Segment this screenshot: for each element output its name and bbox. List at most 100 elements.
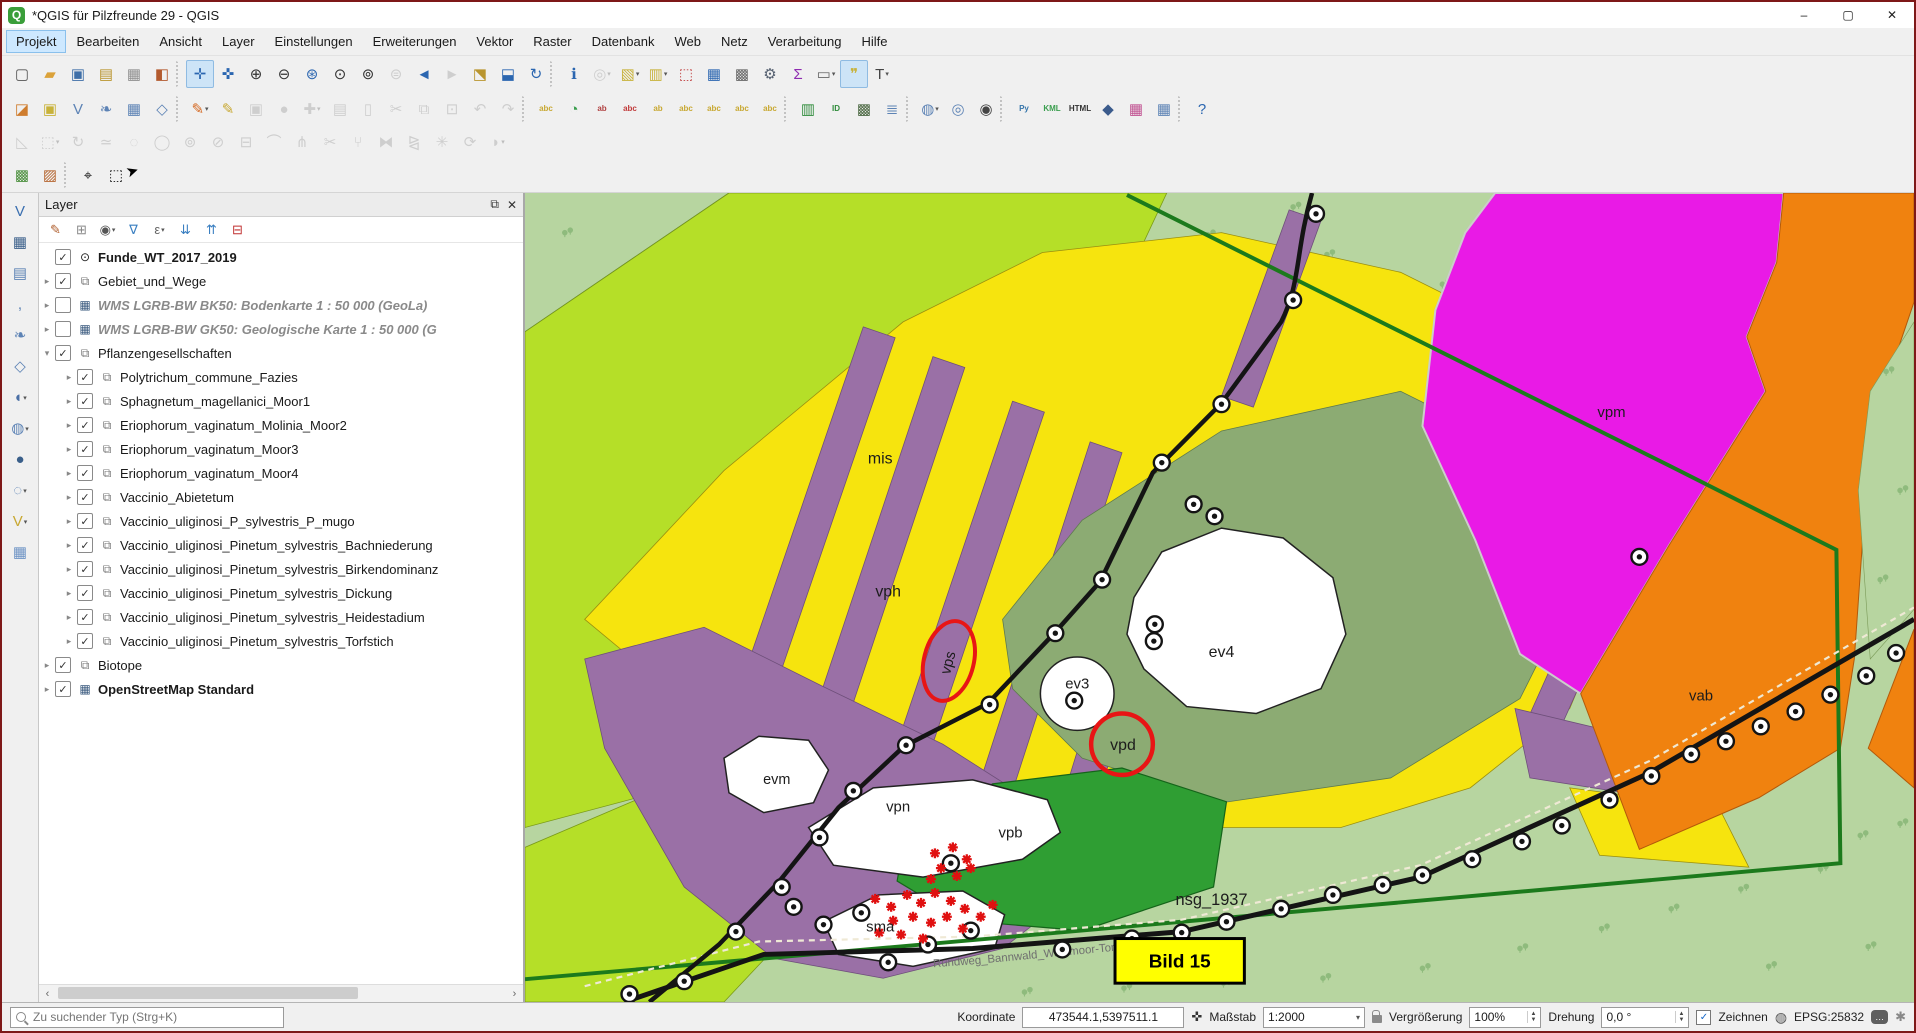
menu-item[interactable]: Einstellungen	[265, 30, 363, 53]
layer-tree-item[interactable]: ▸ ⧉ Eriophorum_vaginatum_Molinia_Moor2	[39, 413, 523, 437]
remove-layer-icon[interactable]: ⊟	[226, 218, 249, 241]
zoom-full-icon[interactable]: ⊛	[298, 60, 326, 88]
new-virtual-layer-icon[interactable]: ◇	[148, 95, 176, 123]
zoom-last-icon[interactable]: ◄	[410, 60, 438, 88]
change-label-icon[interactable]: abc	[756, 95, 784, 123]
new-bookmark-icon[interactable]: ⬔	[466, 60, 494, 88]
new-print-layout-icon[interactable]: ▤	[92, 60, 120, 88]
layer-tree-item[interactable]: ▸ ▦ WMS LGRB-BW GK50: Geologische Karte …	[39, 317, 523, 341]
kml-tools-icon[interactable]: KML	[1038, 95, 1066, 123]
toggle-label-display-icon[interactable]: ab	[644, 95, 672, 123]
render-checkbox[interactable]: ✓	[1696, 1010, 1711, 1025]
python-console-icon[interactable]: Py	[1010, 95, 1038, 123]
layer-visibility-checkbox[interactable]	[77, 513, 93, 529]
layer-tree-item[interactable]: ▸ ⧉ Vaccinio_uliginosi_Pinetum_sylvestri…	[39, 629, 523, 653]
split-features-icon[interactable]: ✂	[316, 128, 344, 156]
add-wcs-layer-icon[interactable]: ●	[6, 445, 35, 474]
pin-labels-icon[interactable]: ab	[588, 95, 616, 123]
map-paint-plugin-icon[interactable]: ▨	[36, 161, 64, 189]
add-postgis-layer-icon[interactable]: ◖	[6, 383, 35, 412]
scroll-right-icon[interactable]: ›	[506, 988, 523, 1000]
expander-icon[interactable]: ▾	[39, 348, 55, 359]
layer-tree-item[interactable]: ▸ ⧉ Vaccinio_uliginosi_Pinetum_sylvestri…	[39, 533, 523, 557]
expander-icon[interactable]: ▸	[61, 444, 77, 455]
new-geopackage-layer-icon[interactable]: ▣	[36, 95, 64, 123]
copy-features-icon[interactable]: ⧉	[410, 95, 438, 123]
add-virtual-point-layer-icon[interactable]: ◇	[6, 352, 35, 381]
layer-visibility-checkbox[interactable]	[77, 441, 93, 457]
new-memory-layer-icon[interactable]: ▦	[120, 95, 148, 123]
show-bookmarks-icon[interactable]: ⬓	[494, 60, 522, 88]
expander-icon[interactable]: ▸	[61, 420, 77, 431]
plugin-builder-icon[interactable]: ◆	[1094, 95, 1122, 123]
expander-icon[interactable]: ▸	[61, 564, 77, 575]
layer-visibility-checkbox[interactable]	[77, 585, 93, 601]
menu-item[interactable]: Verarbeitung	[758, 30, 852, 53]
project-save-icon[interactable]: ▣	[64, 60, 92, 88]
menu-item[interactable]: Bearbeiten	[66, 30, 149, 53]
edits-indicator-icon[interactable]: ✱	[1895, 1009, 1906, 1025]
zoom-in-icon[interactable]: ⊕	[242, 60, 270, 88]
layer-tree-item[interactable]: ⊙ Funde_WT_2017_2019	[39, 245, 523, 269]
manage-map-themes-icon[interactable]: ◉	[96, 218, 119, 241]
layer-tree-item[interactable]: ▸ ⧉ Eriophorum_vaginatum_Moor3	[39, 437, 523, 461]
new-spatialite-layer-icon[interactable]: ❧	[92, 95, 120, 123]
enable-advanced-digitizing-icon[interactable]: ◺	[8, 128, 36, 156]
layer-visibility-checkbox[interactable]	[77, 537, 93, 553]
maximize-button[interactable]: ▢	[1826, 2, 1870, 28]
collapse-all-icon[interactable]: ⇈	[200, 218, 223, 241]
layer-tree-item[interactable]: ▸ ⧉ Polytrichum_commune_Fazies	[39, 365, 523, 389]
identify-features-icon[interactable]: ℹ	[560, 60, 588, 88]
spinner-arrows-icon[interactable]: ▲▼	[1527, 1011, 1536, 1023]
undo-icon[interactable]: ↶	[466, 95, 494, 123]
text-annotation-icon[interactable]: T	[868, 60, 896, 88]
panel-close-icon[interactable]: ✕	[507, 198, 517, 212]
expand-all-icon[interactable]: ⇊	[174, 218, 197, 241]
menu-item[interactable]: Raster	[523, 30, 581, 53]
layer-tree-item[interactable]: ▸ ⧉ Gebiet_und_Wege	[39, 269, 523, 293]
layer-tree-item[interactable]: ▸ ⧉ Vaccinio_uliginosi_Pinetum_sylvestri…	[39, 557, 523, 581]
panel-horizontal-scrollbar[interactable]: ‹ ›	[39, 984, 523, 1002]
layer-visibility-checkbox[interactable]	[55, 345, 71, 361]
add-part-icon[interactable]: ◯	[148, 128, 176, 156]
layer-visibility-checkbox[interactable]	[55, 297, 71, 313]
spinner-arrows-icon[interactable]: ▲▼	[1675, 1011, 1684, 1023]
lock-scale-icon[interactable]	[1372, 1015, 1382, 1023]
split-parts-icon[interactable]: ⑂	[344, 128, 372, 156]
modify-attributes-icon[interactable]: ▤	[326, 95, 354, 123]
expander-icon[interactable]: ▸	[61, 612, 77, 623]
expander-icon[interactable]: ▸	[61, 588, 77, 599]
map-canvas[interactable]: Rundweg_Bannwald_Waldmoor-Torfstich(30)	[525, 193, 1914, 1002]
show-hide-labels-icon[interactable]: abc	[672, 95, 700, 123]
rotation-spinbox[interactable]: 0,0 °▲▼	[1601, 1007, 1689, 1028]
scroll-left-icon[interactable]: ‹	[39, 988, 56, 1000]
import-photos-icon[interactable]: ⌖	[74, 161, 102, 189]
processing-options-icon[interactable]: ⚙	[756, 60, 784, 88]
layout-manager-icon[interactable]: ▦	[120, 60, 148, 88]
add-raster-layer-icon[interactable]: ▦	[6, 228, 35, 257]
layer-tree-item[interactable]: ▸ ⧉ Vaccinio_uliginosi_P_sylvestris_P_mu…	[39, 509, 523, 533]
zoom-to-selection-icon[interactable]: ⊙	[326, 60, 354, 88]
layer-tree-item[interactable]: ▸ ⧉ Biotope	[39, 653, 523, 677]
trim-extend-icon[interactable]: ◗	[484, 128, 512, 156]
zoom-next-icon[interactable]: ►	[438, 60, 466, 88]
pan-to-selection-icon[interactable]: ✜	[214, 60, 242, 88]
digitize-feature-icon[interactable]: ●	[270, 95, 298, 123]
layer-visibility-checkbox[interactable]	[55, 249, 71, 265]
add-wfs-layer-icon[interactable]: ◌	[6, 476, 35, 505]
new-layer-icon[interactable]: V	[6, 507, 35, 536]
layer-visibility-checkbox[interactable]	[77, 465, 93, 481]
map-tips-icon[interactable]: ❞	[840, 60, 868, 88]
refresh-map-icon[interactable]: ↻	[522, 60, 550, 88]
layer-visibility-checkbox[interactable]	[77, 633, 93, 649]
help-icon[interactable]: ?	[1188, 95, 1216, 123]
log-messages-icon[interactable]: …	[1871, 1010, 1888, 1024]
minimize-button[interactable]: –	[1782, 2, 1826, 28]
layer-tree-item[interactable]: ▸ ▦ WMS LGRB-BW BK50: Bodenkarte 1 : 50 …	[39, 293, 523, 317]
expander-icon[interactable]: ▸	[39, 300, 55, 311]
layer-visibility-checkbox[interactable]	[55, 321, 71, 337]
current-edits-icon[interactable]: ✎	[186, 95, 214, 123]
expander-icon[interactable]: ▸	[39, 660, 55, 671]
move-feature-icon[interactable]: ⬚	[36, 128, 64, 156]
layer-visibility-checkbox[interactable]	[77, 489, 93, 505]
